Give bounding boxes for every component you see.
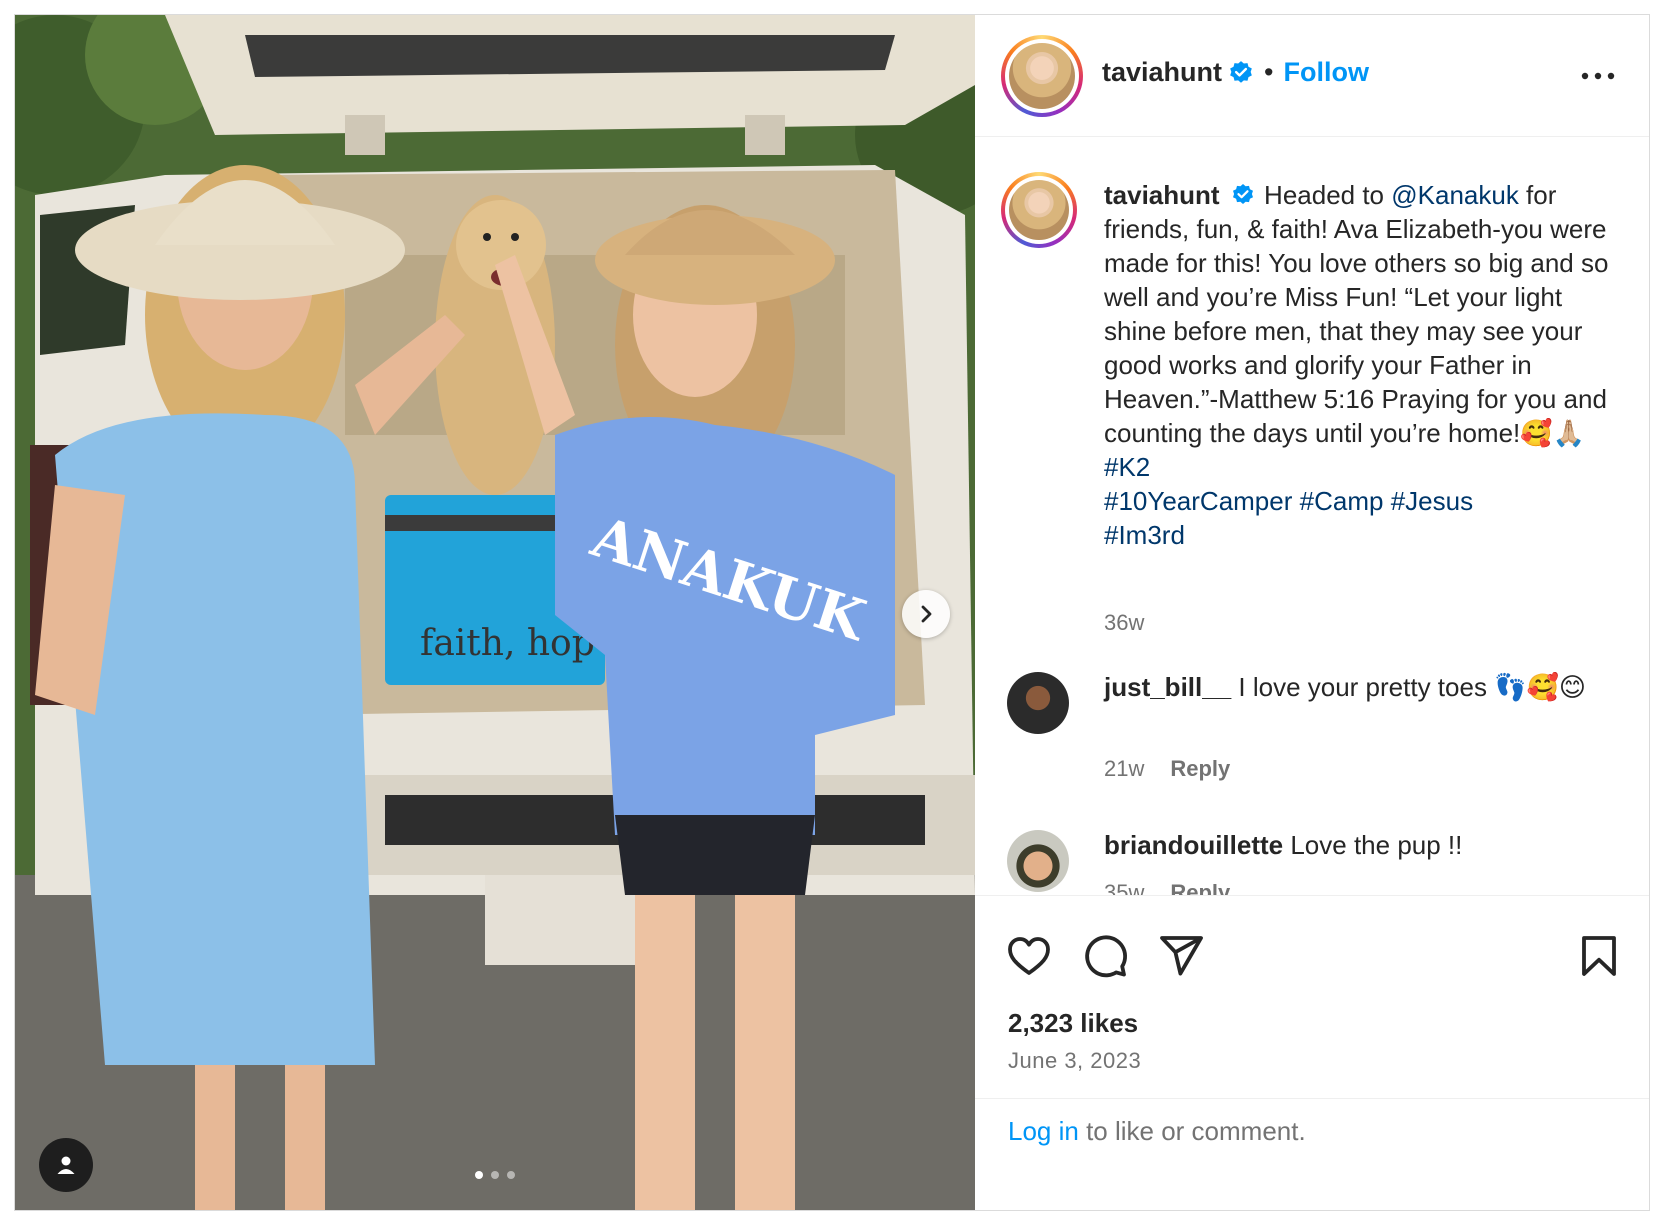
svg-text:faith, hop: faith, hop [420, 623, 595, 664]
author-username[interactable]: taviahunt [1102, 57, 1222, 88]
comment-text: just_bill__ I love your pretty toes 👣🥰😊 [1104, 670, 1624, 704]
user-tag-icon [57, 1156, 75, 1174]
more-horizontal-icon [1581, 72, 1615, 80]
reply-button[interactable]: Reply [1170, 880, 1230, 896]
divider [975, 895, 1649, 896]
follow-button[interactable]: Follow [1283, 57, 1368, 88]
login-link[interactable]: Log in [1008, 1116, 1079, 1146]
comment-body: I love your pretty toes 👣🥰😊 [1231, 672, 1587, 702]
comment-timestamp[interactable]: 35w [1104, 880, 1144, 896]
carousel-dot [491, 1171, 499, 1179]
login-prompt-text: to like or comment. [1078, 1116, 1306, 1146]
carousel-dot-active [475, 1171, 483, 1179]
post-photo: faith, hop ANAKUK [15, 15, 975, 1210]
caption-avatar[interactable] [1001, 172, 1077, 248]
bookmark-icon[interactable] [1575, 932, 1623, 980]
post-dialog: faith, hop ANAKUK taviahunt • Follow tav… [14, 14, 1650, 1211]
caption-part [1292, 486, 1299, 516]
mention-link[interactable]: @Kanakuk [1391, 180, 1519, 210]
hashtag-link[interactable]: #10YearCamper [1104, 486, 1292, 516]
post-media[interactable]: faith, hop ANAKUK [15, 15, 975, 1210]
likes-count[interactable]: 2,323 likes [1008, 1008, 1138, 1039]
hashtag-link[interactable]: #Jesus [1391, 486, 1473, 516]
comment-text: briandouillette Love the pup !! [1104, 828, 1624, 862]
caption-part [1383, 486, 1390, 516]
caption-text: taviahunt Headed to @Kanakuk for friends… [1104, 178, 1624, 552]
comment-icon[interactable] [1081, 932, 1129, 980]
login-prompt: Log in to like or comment. [1008, 1116, 1306, 1147]
hashtag-link[interactable]: #Im3rd [1104, 520, 1185, 550]
commenter-username[interactable]: just_bill__ [1104, 672, 1231, 702]
verified-badge-icon [1230, 60, 1252, 83]
heart-icon[interactable] [1005, 932, 1053, 980]
comments-section[interactable]: taviahunt Headed to @Kanakuk for friends… [975, 138, 1649, 896]
caption-part: for friends, fun, & faith! Ava Elizabeth… [1104, 180, 1609, 448]
caption-timestamp[interactable]: 36w [1104, 610, 1144, 636]
hashtag-link[interactable]: #K2 [1104, 452, 1150, 482]
post-header: taviahunt • Follow [975, 15, 1649, 137]
comment-meta: 35w Reply [1104, 880, 1230, 896]
divider [975, 1098, 1649, 1099]
next-image-button[interactable] [902, 590, 950, 638]
chevron-right-icon [921, 605, 932, 623]
more-options-button[interactable] [1581, 55, 1615, 89]
comment-meta: 21w Reply [1104, 756, 1230, 782]
commenter-avatar[interactable] [1007, 672, 1069, 734]
header-separator: • [1264, 57, 1274, 87]
verified-badge-icon [1232, 184, 1253, 205]
caption-username[interactable]: taviahunt [1104, 180, 1220, 210]
commenter-avatar[interactable] [1007, 830, 1069, 892]
post-side-panel: taviahunt • Follow taviahunt Headed to @… [975, 15, 1649, 1210]
hashtag-link[interactable]: #Camp [1300, 486, 1384, 516]
author-info: taviahunt • Follow [1102, 57, 1369, 88]
comment-timestamp[interactable]: 21w [1104, 756, 1144, 782]
action-bar [1005, 932, 1625, 982]
share-icon[interactable] [1157, 932, 1205, 980]
author-avatar[interactable] [1001, 35, 1083, 117]
tagged-users-button[interactable] [39, 1138, 93, 1192]
commenter-username[interactable]: briandouillette [1104, 830, 1283, 860]
caption-part: Headed to [1256, 180, 1392, 210]
reply-button[interactable]: Reply [1170, 756, 1230, 782]
carousel-indicator [475, 1171, 515, 1179]
post-date: June 3, 2023 [1008, 1048, 1142, 1073]
comment-body: Love the pup !! [1283, 830, 1463, 860]
carousel-dot [507, 1171, 515, 1179]
